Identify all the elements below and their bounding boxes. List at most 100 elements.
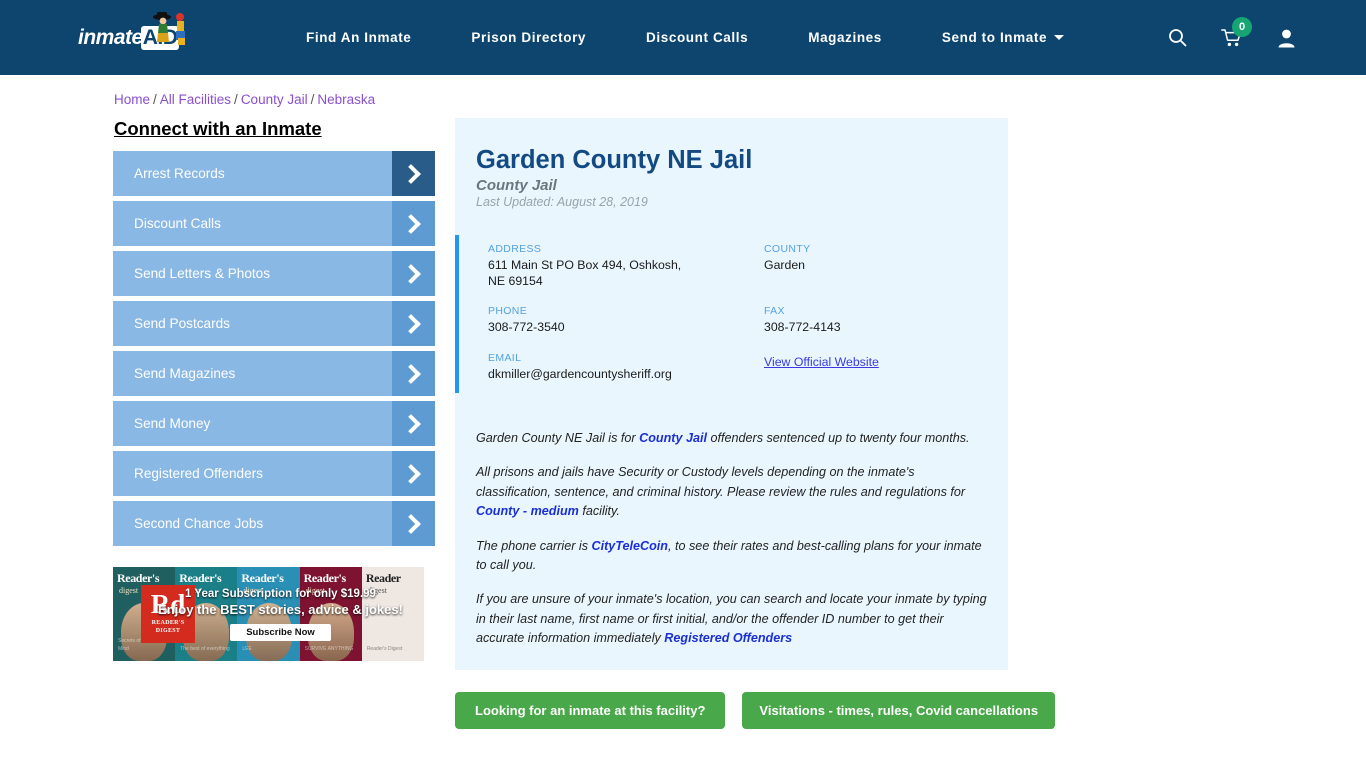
nav-link-magazines[interactable]: Magazines [778, 30, 912, 45]
description-paragraph-1: Garden County NE Jail is for County Jail… [476, 429, 987, 448]
paragraph-text: facility. [578, 504, 620, 519]
chevron-right-icon [392, 451, 435, 496]
breadcrumb-item-county-jail[interactable]: County Jail [241, 92, 308, 107]
sidebar: Connect with an Inmate Arrest Records Di… [113, 118, 435, 661]
top-navigation-bar: inmateAID Find An Inmate Prison Director… [0, 0, 1366, 75]
sidebar-item-label: Registered Offenders [134, 466, 263, 481]
chevron-right-icon [392, 251, 435, 296]
field-value: 308-772-3540 [488, 320, 565, 335]
field-label: PHONE [488, 305, 528, 318]
field-label: COUNTY [764, 243, 811, 255]
facility-description: Garden County NE Jail is for County Jail… [476, 429, 987, 649]
breadcrumb-item-all-facilities[interactable]: All Facilities [160, 92, 231, 107]
nav-link-prison-directory[interactable]: Prison Directory [441, 30, 616, 45]
sidebar-item-arrest-records[interactable]: Arrest Records [113, 151, 435, 196]
facility-panel: Garden County NE Jail County Jail Last U… [455, 118, 1008, 671]
link-registered-offenders[interactable]: Registered Offenders [664, 631, 792, 645]
nav-label: Magazines [808, 30, 882, 45]
field-value: dkmiller@gardencountysheriff.org [488, 367, 672, 382]
advertisement-banner[interactable]: Reader's digest Secrets of a Calmer Mind… [113, 567, 424, 661]
contact-field-fax: FAX 308-772-4143 [764, 305, 987, 336]
last-updated-text: Last Updated: August 28, 2019 [476, 195, 648, 209]
logo-text: inmateAID [78, 25, 180, 50]
search-icon[interactable] [1168, 28, 1187, 47]
visitations-button[interactable]: Visitations - times, rules, Covid cancel… [742, 692, 1056, 730]
sidebar-item-send-postcards[interactable]: Send Postcards [113, 301, 435, 346]
cta-button-row: Looking for an inmate at this facility? … [455, 692, 1056, 730]
shopping-cart-icon[interactable]: 0 [1221, 16, 1252, 48]
sidebar-item-second-chance-jobs[interactable]: Second Chance Jobs [113, 501, 435, 546]
sidebar-item-label: Send Magazines [134, 366, 236, 381]
link-cityteleCoin[interactable]: CityTeleCoin [592, 539, 669, 553]
chevron-right-icon [392, 401, 435, 446]
chevron-down-icon [1054, 35, 1065, 40]
breadcrumb-separator: / [234, 92, 238, 107]
looking-for-inmate-button[interactable]: Looking for an inmate at this facility? [455, 692, 726, 730]
chevron-right-icon [392, 201, 435, 246]
description-paragraph-2: All prisons and jails have Security or C… [476, 463, 987, 521]
main-content: Garden County NE Jail County Jail Last U… [455, 118, 1056, 730]
description-paragraph-4: If you are unsure of your inmate's locat… [476, 590, 987, 648]
sidebar-item-discount-calls[interactable]: Discount Calls [113, 201, 435, 246]
field-value: Garden [764, 258, 806, 272]
chevron-right-icon [392, 301, 435, 346]
breadcrumb: Home / All Facilities / County Jail / Nebraska [114, 92, 1366, 107]
page-body: Home / All Facilities / County Jail / Nebraska… [0, 92, 1366, 730]
logo-accent-text: AID [140, 25, 180, 50]
nav-link-send-to-inmate[interactable]: Send to Inmate [912, 30, 1094, 45]
contact-field-phone: PHONE 308-772-3540 [488, 305, 764, 336]
field-label: EMAIL [488, 352, 522, 365]
sidebar-item-send-money[interactable]: Send Money [113, 401, 435, 446]
page-title: Garden County NE Jail [476, 146, 753, 174]
paragraph-text: offenders sentenced up to twenty four mo… [706, 430, 970, 445]
nav-label: Prison Directory [471, 30, 587, 45]
sidebar-heading: Connect with an Inmate [114, 118, 322, 139]
nav-label: Discount Calls [646, 30, 749, 45]
facility-contact-card: ADDRESS 611 Main St PO Box 494, Oshkosh,… [455, 235, 987, 393]
nav-label: Send to Inmate [941, 30, 1048, 45]
paragraph-text: The phone carrier is [476, 538, 592, 553]
nav-icon-group: 0 [1168, 16, 1296, 48]
site-logo[interactable]: inmateAID [78, 11, 198, 61]
description-paragraph-3: The phone carrier is CityTeleCoin, to se… [476, 537, 987, 576]
ad-overlay: 1 Year Subscription for only $19.99 Enjo… [113, 567, 424, 661]
sidebar-item-send-magazines[interactable]: Send Magazines [113, 351, 435, 396]
user-account-icon[interactable] [1277, 28, 1296, 48]
breadcrumb-item-home[interactable]: Home [114, 92, 150, 107]
sidebar-item-label: Send Postcards [134, 316, 230, 331]
sidebar-item-registered-offenders[interactable]: Registered Offenders [113, 451, 435, 496]
field-value: 611 Main St PO Box 494, Oshkosh, NE 6915… [488, 258, 682, 288]
contact-field-website: View Official Website [764, 352, 987, 383]
sidebar-item-label: Second Chance Jobs [134, 516, 264, 531]
ad-headline: 1 Year Subscription for only $19.99 [185, 587, 376, 600]
breadcrumb-separator: / [310, 92, 315, 107]
breadcrumb-item-nebraska[interactable]: Nebraska [317, 92, 375, 107]
sidebar-item-label: Arrest Records [134, 166, 225, 181]
cart-count-badge: 0 [1232, 16, 1252, 37]
field-label: ADDRESS [488, 243, 542, 255]
facility-type: County Jail [476, 177, 557, 194]
paragraph-text: Garden County NE Jail is for [476, 430, 640, 445]
nav-link-discount-calls[interactable]: Discount Calls [616, 30, 778, 45]
chevron-right-icon [392, 501, 435, 546]
view-official-website-link[interactable]: View Official Website [764, 355, 879, 369]
sidebar-item-send-letters-photos[interactable]: Send Letters & Photos [113, 251, 435, 296]
contact-field-email: EMAIL dkmiller@gardencountysheriff.org [488, 352, 764, 383]
link-county-medium[interactable]: County - medium [476, 504, 579, 518]
breadcrumb-separator: / [153, 92, 157, 107]
ad-subheadline: Enjoy the BEST stories, advice & jokes! [158, 601, 403, 617]
nav-link-find-an-inmate[interactable]: Find An Inmate [276, 30, 441, 45]
sidebar-item-label: Send Letters & Photos [134, 266, 271, 281]
chevron-right-icon [392, 351, 435, 396]
primary-nav-links: Find An Inmate Prison Directory Discount… [276, 30, 1094, 45]
ad-subscribe-button[interactable]: Subscribe Now [230, 623, 331, 641]
field-label: FAX [764, 305, 785, 318]
link-county-jail[interactable]: County Jail [639, 431, 707, 445]
field-value: 308-772-4143 [764, 320, 841, 335]
sidebar-item-label: Send Money [134, 416, 211, 431]
nav-label: Find An Inmate [306, 30, 412, 45]
contact-info-grid: ADDRESS 611 Main St PO Box 494, Oshkosh,… [488, 243, 987, 383]
paragraph-text: All prisons and jails have Security or C… [476, 465, 966, 499]
sidebar-item-label: Discount Calls [134, 216, 221, 231]
contact-field-county: COUNTY Garden [764, 243, 987, 289]
